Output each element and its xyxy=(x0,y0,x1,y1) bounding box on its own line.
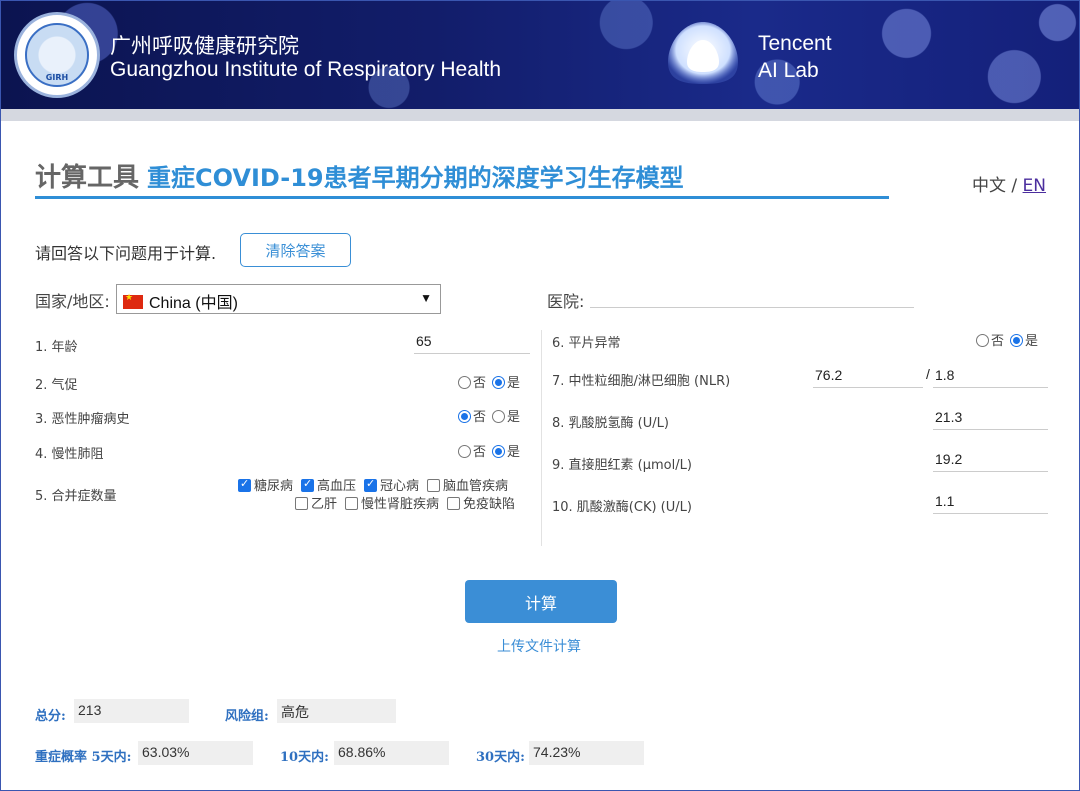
institute-name-cn: 广州呼吸健康研究院 xyxy=(110,34,299,58)
header-divider xyxy=(1,109,1079,121)
tencent-ai-lab-logo-icon xyxy=(668,22,738,84)
institute-logo: GIRH xyxy=(14,12,100,98)
risk-group-label: 风险组: xyxy=(225,709,269,724)
comorbidity-row-2: 乙肝 慢性肾脏疾病 免疫缺陷 xyxy=(287,493,515,512)
diabetes-checkbox[interactable] xyxy=(238,477,251,492)
nlr-separator: / xyxy=(926,366,930,382)
dyspnea-yes-radio[interactable] xyxy=(492,376,506,389)
copd-radio-group: 否是 xyxy=(458,441,520,460)
radio-yes-label: 是 xyxy=(1025,334,1039,349)
radio-no-label: 否 xyxy=(473,445,487,460)
lymphocyte-input[interactable] xyxy=(933,362,1048,388)
lang-separator: / xyxy=(1006,176,1023,196)
question-ldh-label: 8. 乳酸脱氢酶 (U/L) xyxy=(552,416,669,431)
ckd-label: 慢性肾脏疾病 xyxy=(361,497,440,512)
question-copd-label: 4. 慢性肺阻 xyxy=(35,447,104,462)
upload-file-link[interactable]: 上传文件计算 xyxy=(497,636,581,656)
hospital-label: 医院: xyxy=(547,292,585,311)
title-main: 计算工具 xyxy=(35,163,140,193)
question-age-label: 1. 年龄 xyxy=(35,340,78,355)
country-label: 国家/地区: xyxy=(35,292,110,311)
lungs-icon: GIRH xyxy=(25,23,89,87)
dyspnea-radio-group: 否是 xyxy=(458,372,520,391)
radio-no-label: 否 xyxy=(473,376,487,391)
risk-group-value: 高危 xyxy=(277,699,396,723)
comorbidity-row-1: 糖尿病 高血压 冠心病 脑血管疾病 xyxy=(230,475,508,494)
radio-yes-label: 是 xyxy=(507,445,521,460)
question-comorbidity-label: 5. 合并症数量 xyxy=(35,489,117,504)
prob-5day-label: 重症概率 5天内: xyxy=(35,750,132,765)
question-nlr-label: 7. 中性粒细胞/淋巴细胞 (NLR) xyxy=(552,374,731,389)
dropdown-arrow-icon: ▼ xyxy=(420,291,432,305)
immunodeficiency-label: 免疫缺陷 xyxy=(463,497,516,512)
radio-yes-label: 是 xyxy=(507,410,521,425)
clear-answers-button[interactable]: 清除答案 xyxy=(240,233,351,267)
malignancy-radio-group: 否是 xyxy=(458,406,520,425)
prob-10day-value: 68.86% xyxy=(334,741,449,765)
bilirubin-input[interactable] xyxy=(933,446,1048,472)
question-ck-label: 10. 肌酸激酶(CK) (U/L) xyxy=(552,500,692,515)
copd-no-radio[interactable] xyxy=(458,445,471,458)
language-switch: 中文 / EN xyxy=(972,171,1046,196)
question-xray-label: 6. 平片异常 xyxy=(552,336,621,351)
radio-no-label: 否 xyxy=(473,410,487,425)
hepatitis-b-checkbox[interactable] xyxy=(295,497,308,510)
prob-5day-value: 63.03% xyxy=(138,741,253,765)
lang-cn[interactable]: 中文 xyxy=(972,176,1006,196)
logo-text: GIRH xyxy=(45,73,69,82)
radio-yes-label: 是 xyxy=(507,376,521,391)
dyspnea-no-radio[interactable] xyxy=(458,376,471,389)
question-dyspnea-label: 2. 气促 xyxy=(35,378,78,393)
malignancy-no-radio[interactable] xyxy=(458,410,471,423)
instruction-text: 请回答以下问题用于计算. xyxy=(35,244,217,263)
cerebrovascular-label: 脑血管疾病 xyxy=(443,479,509,494)
malignancy-yes-radio[interactable] xyxy=(492,410,506,423)
lang-en-link[interactable]: EN xyxy=(1023,176,1046,196)
hypertension-label: 高血压 xyxy=(317,479,357,494)
country-select[interactable]: China (中国) ▼ xyxy=(116,284,441,314)
ldh-input[interactable] xyxy=(933,404,1048,430)
prob-10day-label: 10天内: xyxy=(280,750,329,765)
column-divider xyxy=(541,330,542,546)
partner-line2: AI Lab xyxy=(758,59,819,82)
cerebrovascular-checkbox[interactable] xyxy=(427,479,441,492)
question-bilirubin-label: 9. 直接胆红素 (μmol/L) xyxy=(552,458,692,473)
hepatitis-b-label: 乙肝 xyxy=(311,497,338,512)
immunodeficiency-checkbox[interactable] xyxy=(447,497,461,510)
china-flag-icon xyxy=(123,292,143,309)
partner-name: Tencent AI Lab xyxy=(758,30,832,84)
calculate-button[interactable]: 计算 xyxy=(465,580,617,623)
ckd-checkbox[interactable] xyxy=(345,497,359,510)
country-value: China (中国) xyxy=(149,295,238,312)
copd-yes-radio[interactable] xyxy=(492,445,506,458)
prob-30day-label: 30天内: xyxy=(476,750,525,765)
prob-30day-value: 74.23% xyxy=(529,741,644,765)
chd-checkbox[interactable] xyxy=(364,477,378,492)
title-underline xyxy=(35,196,889,199)
age-input[interactable] xyxy=(414,328,530,354)
institute-name-en: Guangzhou Institute of Respiratory Healt… xyxy=(110,58,502,81)
partner-line1: Tencent xyxy=(758,32,832,55)
radio-no-label: 否 xyxy=(991,334,1005,349)
ck-input[interactable] xyxy=(933,488,1048,514)
neutrophil-input[interactable] xyxy=(813,362,923,388)
title-sub: 重症COVID-19患者早期分期的深度学习生存模型 xyxy=(147,164,684,192)
chd-label: 冠心病 xyxy=(380,479,420,494)
question-malignancy-label: 3. 恶性肿瘤病史 xyxy=(35,412,130,427)
hospital-input[interactable] xyxy=(590,284,914,308)
xray-radio-group: 否是 xyxy=(976,330,1038,349)
hypertension-checkbox[interactable] xyxy=(301,477,315,492)
diabetes-label: 糖尿病 xyxy=(254,479,294,494)
xray-yes-radio[interactable] xyxy=(1010,334,1024,347)
total-score-label: 总分: xyxy=(35,709,66,724)
total-score-value: 213 xyxy=(74,699,189,723)
xray-no-radio[interactable] xyxy=(976,334,989,347)
page-title: 计算工具 重症COVID-19患者早期分期的深度学习生存模型 xyxy=(35,157,684,194)
